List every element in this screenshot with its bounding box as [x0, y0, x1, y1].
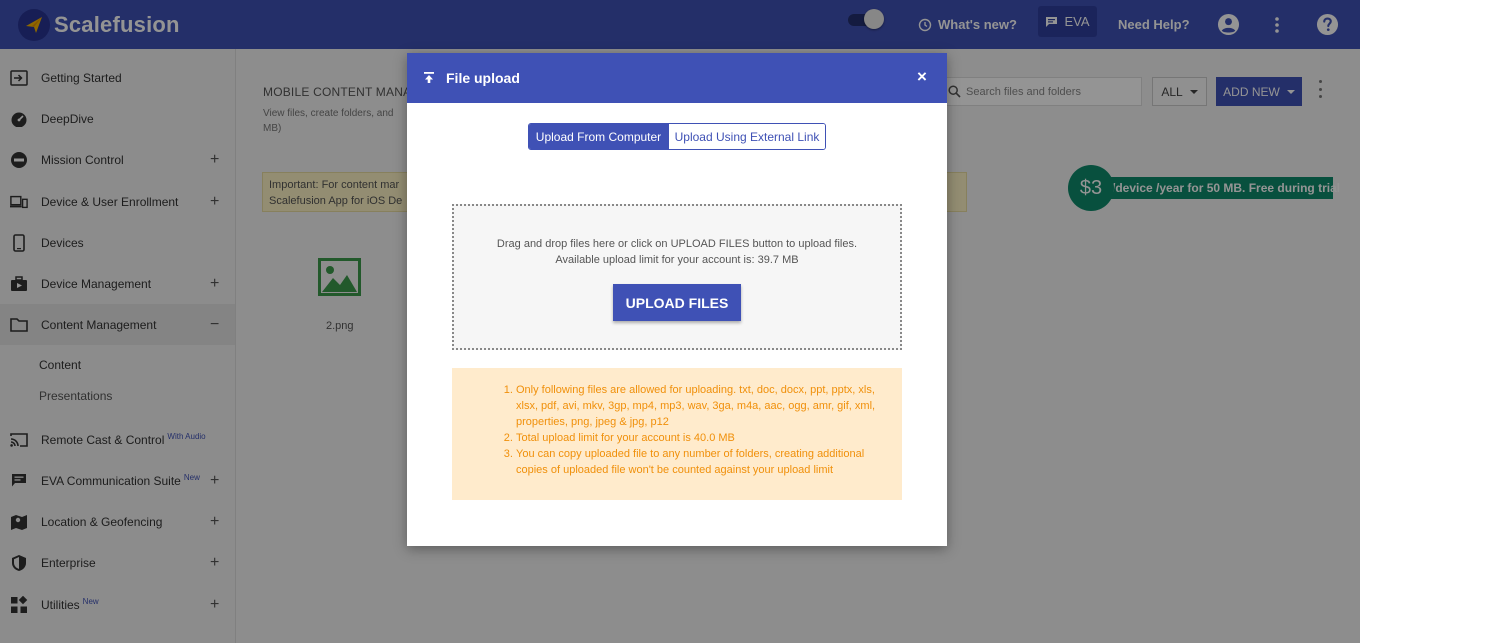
file-upload-dialog: File upload × Upload From Computer Uploa… — [407, 53, 947, 546]
app-root: Scalefusion What's new? EVA Need Help? G… — [0, 0, 1360, 643]
file-drop-zone[interactable]: Drag and drop files here or click on UPL… — [452, 204, 902, 350]
list-item: You can copy uploaded file to any number… — [516, 446, 892, 478]
list-item: Total upload limit for your account is 4… — [516, 430, 892, 446]
close-icon[interactable]: × — [917, 67, 927, 87]
tab-upload-external-link[interactable]: Upload Using External Link — [668, 124, 825, 149]
upload-icon — [424, 72, 434, 83]
drop-instructions: Drag and drop files here or click on UPL… — [496, 238, 858, 266]
upload-files-button[interactable]: UPLOAD FILES — [613, 284, 741, 321]
dialog-title: File upload — [446, 70, 520, 86]
dialog-header: File upload × — [407, 53, 947, 103]
upload-notes: Only following files are allowed for upl… — [452, 368, 902, 500]
upload-source-tabs: Upload From Computer Upload Using Extern… — [528, 123, 826, 150]
list-item: Only following files are allowed for upl… — [516, 382, 892, 430]
tab-upload-from-computer[interactable]: Upload From Computer — [529, 124, 668, 149]
